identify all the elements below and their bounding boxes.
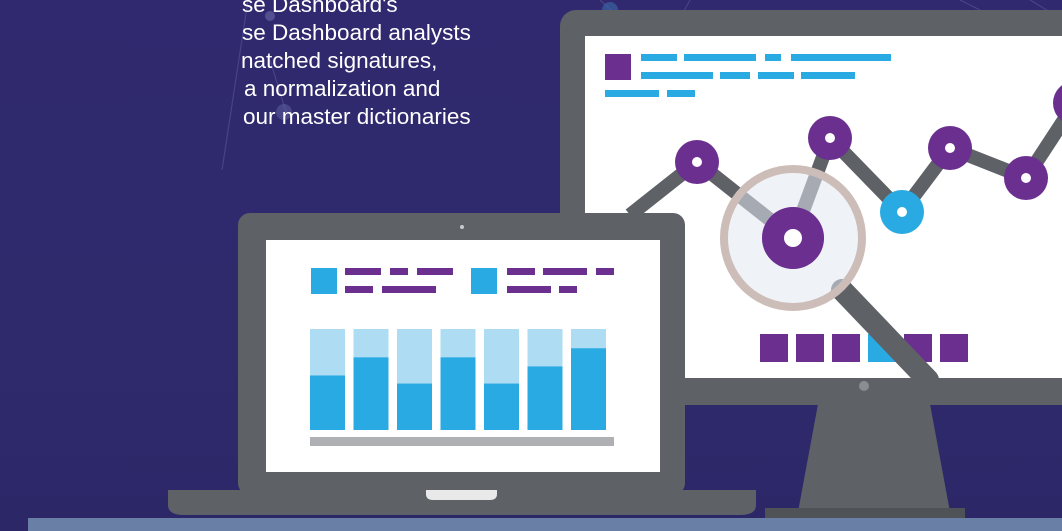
text-placeholder [641, 54, 677, 61]
bar-segment-top [397, 329, 432, 384]
desk [28, 518, 1062, 531]
text-placeholder [559, 286, 577, 293]
highlighted-point [762, 207, 824, 269]
monitor-square [796, 334, 824, 362]
line-point-center [692, 157, 702, 167]
devices-illustration [28, 10, 1062, 531]
line-point-center [825, 133, 835, 143]
text-placeholder [390, 268, 408, 275]
text-placeholder [345, 268, 381, 275]
text-placeholder [507, 268, 535, 275]
bar-segment-bottom [353, 357, 389, 430]
bar-segment-top [484, 329, 519, 384]
text-placeholder [641, 72, 713, 79]
bar-segment-bottom [527, 366, 563, 430]
bar-segment-bottom [484, 383, 519, 430]
bar-segment-bottom [571, 348, 606, 430]
text-placeholder [720, 72, 750, 79]
monitor-header-square [605, 54, 631, 80]
monitor-square [940, 334, 968, 362]
bar-segment-top [527, 329, 563, 367]
text-placeholder [684, 54, 756, 61]
text-placeholder [507, 286, 551, 293]
bar-segment-top [353, 329, 389, 358]
monitor-square [832, 334, 860, 362]
text-placeholder [345, 286, 373, 293]
bar-segment-bottom [310, 375, 345, 430]
line-point-center [784, 229, 802, 247]
line-point-center [945, 143, 955, 153]
text-placeholder [417, 268, 453, 275]
legend-marker-blue [311, 268, 337, 294]
text-placeholder [667, 90, 695, 97]
bar-chart-baseline [310, 437, 614, 446]
text-placeholder [382, 286, 436, 293]
bar-segment-top [440, 329, 476, 358]
text-placeholder [791, 54, 891, 61]
line-point-center [897, 207, 907, 217]
text-placeholder [765, 54, 781, 61]
laptop-camera [460, 225, 464, 229]
bar-segment-top [571, 329, 606, 349]
monitor-square [760, 334, 788, 362]
line-point-center [1021, 173, 1031, 183]
text-placeholder [543, 268, 587, 275]
monitor-stand [798, 404, 950, 512]
monitor-power-dot [859, 381, 869, 391]
bar-segment-bottom [397, 383, 432, 430]
illustration-scene: se Dashboard's se Dashboard analysts nat… [0, 0, 1062, 531]
laptop-trackpad-notch [426, 490, 497, 500]
text-placeholder [758, 72, 794, 79]
bar-segment-bottom [440, 357, 476, 430]
legend-marker-blue [471, 268, 497, 294]
text-placeholder [801, 72, 855, 79]
bar-segment-top [310, 329, 345, 376]
text-placeholder [596, 268, 614, 275]
laptop [168, 213, 756, 515]
laptop-bar-chart [310, 329, 606, 430]
text-placeholder [605, 90, 659, 97]
